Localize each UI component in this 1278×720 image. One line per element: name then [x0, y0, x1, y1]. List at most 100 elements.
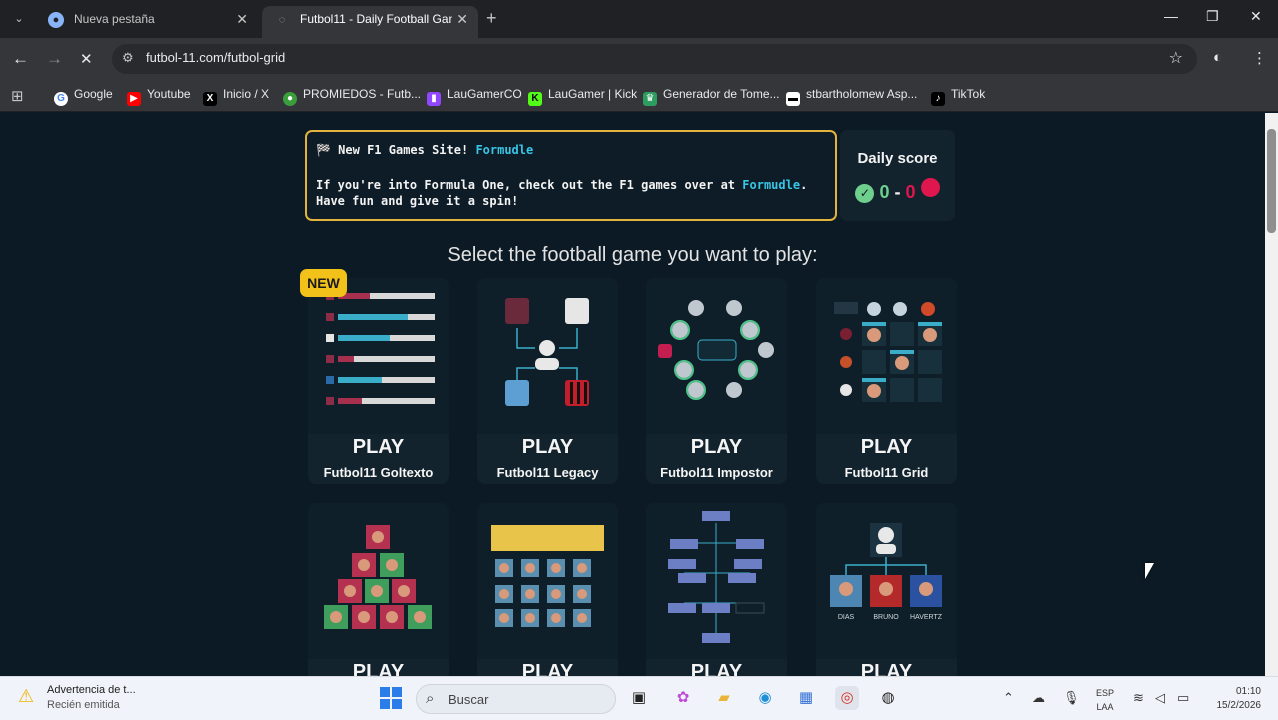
losses-count: 0: [905, 182, 916, 202]
game-card-8[interactable]: DIAS BRUNO HAVERTZ PLAY: [816, 503, 957, 676]
play-label: PLAY: [352, 661, 405, 676]
tab-search-button[interactable]: ⌄: [8, 8, 30, 30]
kick-icon: K: [528, 92, 542, 106]
tiktok-icon: ♪: [931, 92, 945, 106]
site-info-icon[interactable]: ⚙: [122, 50, 134, 66]
edge-icon[interactable]: ◉: [753, 686, 777, 710]
bookmark-tiktok[interactable]: ♪ TikTok: [931, 86, 985, 106]
windows-start-icon[interactable]: [380, 687, 402, 709]
trophy-icon: ♛: [643, 92, 657, 106]
player-label: BRUNO: [873, 614, 899, 621]
formudle-link[interactable]: Formudle: [742, 178, 800, 192]
player-label: HAVERTZ: [910, 614, 943, 621]
bracket-preview-icon: [668, 511, 765, 643]
loading-icon: ◌: [278, 14, 286, 26]
daily-score-values: ✓ 0 - 0: [840, 178, 955, 203]
play-label: PLAY: [860, 661, 913, 676]
card-art: [646, 503, 787, 659]
close-tab-icon[interactable]: ✕: [236, 6, 248, 32]
chrome-taskbar-icon[interactable]: ◎: [835, 686, 859, 710]
page-scrollbar[interactable]: [1265, 113, 1278, 676]
tray-chevron-icon[interactable]: ⌃: [1003, 690, 1014, 706]
taskbar-search[interactable]: ⌕ Buscar: [416, 684, 616, 714]
formudle-link[interactable]: Formudle: [475, 143, 533, 157]
search-icon: ⌕: [426, 690, 435, 707]
minimize-icon[interactable]: —: [1164, 8, 1178, 24]
language-indicator[interactable]: ESP LAA: [1096, 686, 1114, 714]
game-card-goltexto[interactable]: PLAY Futbol11 Goltexto: [308, 278, 449, 484]
play-label: PLAY: [860, 436, 913, 458]
system-clock[interactable]: 01:10 15/2/2026: [1205, 685, 1262, 713]
game-card-grid[interactable]: PLAY Futbol11 Grid: [816, 278, 957, 484]
card-art: [477, 503, 618, 659]
connections-preview-icon: DIAS BRUNO HAVERTZ: [830, 523, 943, 621]
game-card-6[interactable]: PLAY: [477, 503, 618, 676]
battery-icon[interactable]: ▭: [1177, 690, 1189, 706]
wins-count: 0: [879, 182, 890, 202]
card-art: DIAS BRUNO HAVERTZ: [816, 503, 957, 659]
restore-icon[interactable]: ❐: [1206, 8, 1219, 25]
notice-title: 🏁 New F1 Games Site! Formudle: [316, 143, 534, 157]
volume-icon[interactable]: ◁: [1155, 690, 1165, 706]
new-tab-button[interactable]: +: [486, 8, 497, 29]
daily-score-panel: Daily score ✓ 0 - 0: [840, 130, 955, 221]
file-explorer-icon[interactable]: ▰: [712, 686, 736, 710]
check-icon: ✓: [855, 184, 875, 203]
stop-loading-icon[interactable]: ✕: [80, 50, 93, 68]
browser-toolbar: ← → ✕ ⚙ futbol-11.com/futbol-grid ☆ ◐ ⋮: [0, 38, 1278, 80]
apps-grid-icon[interactable]: ⊞: [11, 87, 24, 105]
game-card-impostor[interactable]: PLAY Futbol11 Impostor: [646, 278, 787, 484]
bookmarks-bar: ⊞ G Google ▶ Youtube X Inicio / X ● PROMIEDO…: [0, 80, 1278, 112]
score-separator: -: [894, 182, 901, 202]
tab-futbol11[interactable]: ◌ Futbol11 - Daily Football Game ✕: [262, 6, 478, 38]
search-placeholder: Buscar: [448, 692, 489, 707]
bookmark-kick[interactable]: K LauGamer | Kick: [528, 86, 637, 106]
forward-arrow-icon[interactable]: →: [46, 49, 63, 69]
store-icon[interactable]: ▦: [794, 686, 818, 710]
game-card-7[interactable]: PLAY: [646, 503, 787, 676]
page-content: 🏁 New F1 Games Site! Formudle If you're …: [0, 113, 1265, 676]
tab-strip: ⌄ ● Nueva pestaña ✕ ◌ Futbol11 - Daily F…: [0, 0, 1278, 38]
card-art: [816, 278, 957, 434]
close-tab-icon[interactable]: ✕: [456, 6, 468, 32]
url-text[interactable]: futbol-11.com/futbol-grid: [146, 50, 285, 65]
card-art: [477, 278, 618, 434]
bookmark-x[interactable]: X Inicio / X: [203, 86, 269, 106]
daily-score-title: Daily score: [857, 150, 938, 167]
tab-nueva-pestana[interactable]: ● Nueva pestaña ✕: [36, 6, 258, 38]
bookmark-youtube[interactable]: ▶ Youtube: [127, 86, 191, 106]
chrome-icon: ●: [48, 12, 64, 28]
cross-icon: [920, 178, 940, 197]
card-art: [308, 503, 449, 659]
bookmark-google[interactable]: G Google: [54, 86, 113, 106]
onedrive-icon[interactable]: ☁: [1032, 690, 1045, 706]
bookmark-generador[interactable]: ♛ Generador de Tome...: [643, 86, 780, 106]
copilot-icon[interactable]: ✿: [671, 686, 695, 710]
game-card-5[interactable]: PLAY: [308, 503, 449, 676]
youtube-icon: ▶: [127, 92, 141, 106]
bookmark-promiedos[interactable]: ● PROMIEDOS - Futb...: [283, 86, 421, 106]
notification-title[interactable]: Advertencia de t...: [47, 684, 136, 696]
back-arrow-icon[interactable]: ←: [12, 49, 29, 69]
window-close-icon[interactable]: ✕: [1250, 8, 1262, 25]
game-card-legacy[interactable]: PLAY Futbol11 Legacy: [477, 278, 618, 484]
game-name: Futbol11 Legacy: [496, 465, 599, 480]
google-icon: G: [54, 92, 68, 106]
extension-icon[interactable]: ◐: [1213, 49, 1222, 66]
bookmark-stbartholomew[interactable]: ▬ stbartholomew Asp...: [786, 86, 917, 106]
wifi-icon[interactable]: ≋: [1133, 690, 1144, 706]
new-badge: NEW: [300, 269, 347, 297]
play-label: PLAY: [352, 436, 405, 458]
address-bar[interactable]: ⚙ futbol-11.com/futbol-grid ☆: [112, 44, 1197, 74]
warning-icon[interactable]: ⚠: [18, 686, 34, 707]
grid-preview-icon: [834, 302, 942, 402]
notice-text: Have fun and give it a spin!: [316, 194, 519, 208]
app-icon[interactable]: ◍: [876, 686, 900, 710]
bookmark-star-icon[interactable]: ☆: [1169, 48, 1183, 68]
play-label: PLAY: [690, 436, 743, 458]
microphone-icon[interactable]: 🎙: [1063, 690, 1080, 706]
bookmark-twitch[interactable]: ▮ LauGamerCO: [427, 86, 522, 106]
scrollbar-thumb[interactable]: [1267, 129, 1276, 233]
menu-dots-icon[interactable]: ⋮: [1252, 49, 1267, 67]
task-view-icon[interactable]: ▣: [627, 686, 651, 710]
